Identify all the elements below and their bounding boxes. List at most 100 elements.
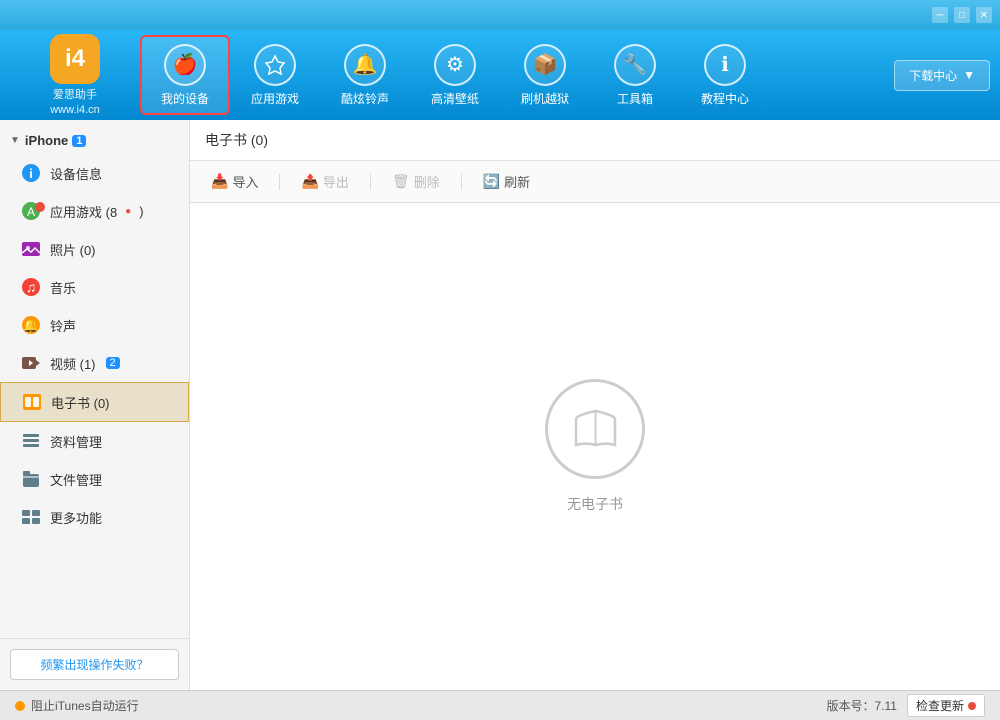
nav-label-apps: 应用游戏 [251,90,299,107]
main-area: ▼ iPhone 1 i 设备信息 A 应用游戏 (8●) [0,120,1000,690]
maximize-button[interactable]: □ [954,7,970,23]
content-header: 电子书 (0) [190,120,1000,161]
device-info-icon: i [20,162,42,184]
sidebar-item-music[interactable]: ♫ 音乐 [0,268,189,306]
wallpaper-icon: ⚙ [434,44,476,86]
music-label: 音乐 [50,278,76,297]
header-right: 下载中心 ▼ [894,60,990,91]
logo-url: www.i4.cn [50,104,100,116]
svg-text:🔔: 🔔 [23,318,39,333]
nav-item-wallpapers[interactable]: ⚙ 高清壁纸 [410,35,500,115]
sidebar-item-ebooks[interactable]: 电子书 (0) [0,382,189,422]
sidebar-num2-badge: 2 [106,357,120,369]
jailbreak-icon: 📦 [524,44,566,86]
nav-label-ringtones: 酷炫铃声 [341,90,389,107]
content-toolbar: 📥 导入 📤 导出 🗑 删除 🔄 刷新 [190,161,1000,203]
status-right: 版本号：7.11 检查更新 [827,694,985,717]
export-icon: 📤 [301,173,318,190]
nav-item-tutorials[interactable]: ℹ 教程中心 [680,35,770,115]
sidebar-item-photos[interactable]: 照片 (0) [0,230,189,268]
nav-label-tutorials: 教程中心 [701,90,749,107]
device-name-label: iPhone [25,133,68,148]
nav-item-tools[interactable]: 🔧 工具箱 [590,35,680,115]
empty-text: 无电子书 [567,494,623,514]
apps-badge [35,202,45,212]
status-left: 阻止iTunes自动运行 [15,697,139,714]
apps-sidebar-label: 应用游戏 (8 [50,202,117,221]
toolbar-sep-3 [461,174,462,190]
nav-item-jailbreak[interactable]: 📦 刷机越狱 [500,35,590,115]
sidebar-item-device-info[interactable]: i 设备信息 [0,154,189,192]
nav-items: 🍎 我的设备 应用游戏 🔔 酷炫铃声 ⚙ 高清壁纸 📦 刷机越狱 🔧 工具箱 [140,35,894,115]
version-label: 版本号：7.11 [827,697,897,714]
refresh-button[interactable]: 🔄 刷新 [477,169,536,194]
sidebar-item-data-manage[interactable]: 资料管理 [0,422,189,460]
file-manage-label: 文件管理 [50,470,102,489]
close-button[interactable]: ✕ [976,7,992,23]
ringtones-label: 铃声 [50,316,76,335]
content-body: 无电子书 [190,203,1000,690]
photos-icon [20,238,42,260]
more-label: 更多功能 [50,508,102,527]
nav-label-jailbreak: 刷机越狱 [521,90,569,107]
photos-label: 照片 (0) [50,240,96,259]
sidebar-arrow-icon: ▼ [10,135,20,146]
nav-item-apps[interactable]: 应用游戏 [230,35,320,115]
logo-icon: i4 [50,34,100,84]
toolbar-sep-2 [370,174,371,190]
sidebar-item-ringtones[interactable]: 🔔 铃声 [0,306,189,344]
download-center-label: 下载中心 [909,67,957,84]
svg-text:i: i [29,166,33,181]
tools-icon: 🔧 [614,44,656,86]
minimize-button[interactable]: ─ [932,7,948,23]
check-update-label: 检查更新 [916,697,964,714]
device-info-label: 设备信息 [50,164,102,183]
sidebar-item-apps[interactable]: A 应用游戏 (8●) [0,192,189,230]
delete-label: 删除 [414,172,440,191]
help-button[interactable]: 频繁出现操作失败？ [10,649,179,680]
sidebar-device-section: ▼ iPhone 1 [0,125,189,154]
title-bar: ─ □ ✕ [0,0,1000,30]
sidebar-item-videos[interactable]: 视频 (1) 2 [0,344,189,382]
data-manage-icon [20,430,42,452]
update-dot-icon [968,702,976,710]
empty-ebook-icon [545,379,645,479]
videos-icon [20,352,42,374]
sidebar-num1-badge: 1 [72,135,86,147]
logo-name: 爱思助手 [53,86,97,102]
import-label: 导入 [232,172,258,191]
delete-button[interactable]: 🗑 删除 [386,169,446,194]
apple-icon: 🍎 [164,44,206,86]
sidebar-item-more[interactable]: 更多功能 [0,498,189,536]
download-arrow-icon: ▼ [963,68,975,82]
more-icon [20,506,42,528]
bell-icon: 🔔 [344,44,386,86]
videos-label: 视频 (1) [50,354,96,373]
import-button[interactable]: 📥 导入 [205,169,264,194]
nav-item-my-device[interactable]: 🍎 我的设备 [140,35,230,115]
apps-badge-dot: ● [125,206,131,217]
data-manage-label: 资料管理 [50,432,102,451]
svg-text:♫: ♫ [26,279,37,295]
export-label: 导出 [323,172,349,191]
header: i4 爱思助手 www.i4.cn 🍎 我的设备 应用游戏 🔔 酷炫铃声 ⚙ 高… [0,30,1000,120]
apps-paren: ) [139,204,143,219]
nav-label-tools: 工具箱 [617,90,653,107]
itunes-status-text: 阻止iTunes自动运行 [31,697,139,714]
file-manage-icon [20,468,42,490]
download-center-button[interactable]: 下载中心 ▼ [894,60,990,91]
export-button[interactable]: 📤 导出 [295,169,354,194]
status-dot-icon [15,701,25,711]
logo-area: i4 爱思助手 www.i4.cn [10,34,140,116]
apps-icon [254,44,296,86]
sidebar-bottom: 频繁出现操作失败？ [0,638,189,690]
ebooks-icon [21,391,43,413]
tutorials-icon: ℹ [704,44,746,86]
nav-label-wallpapers: 高清壁纸 [431,90,479,107]
sidebar-item-file-manage[interactable]: 文件管理 [0,460,189,498]
check-update-button[interactable]: 检查更新 [907,694,985,717]
nav-item-ringtones[interactable]: 🔔 酷炫铃声 [320,35,410,115]
content-area: 电子书 (0) 📥 导入 📤 导出 🗑 删除 🔄 刷新 [190,120,1000,690]
sidebar: ▼ iPhone 1 i 设备信息 A 应用游戏 (8●) [0,120,190,690]
music-icon: ♫ [20,276,42,298]
